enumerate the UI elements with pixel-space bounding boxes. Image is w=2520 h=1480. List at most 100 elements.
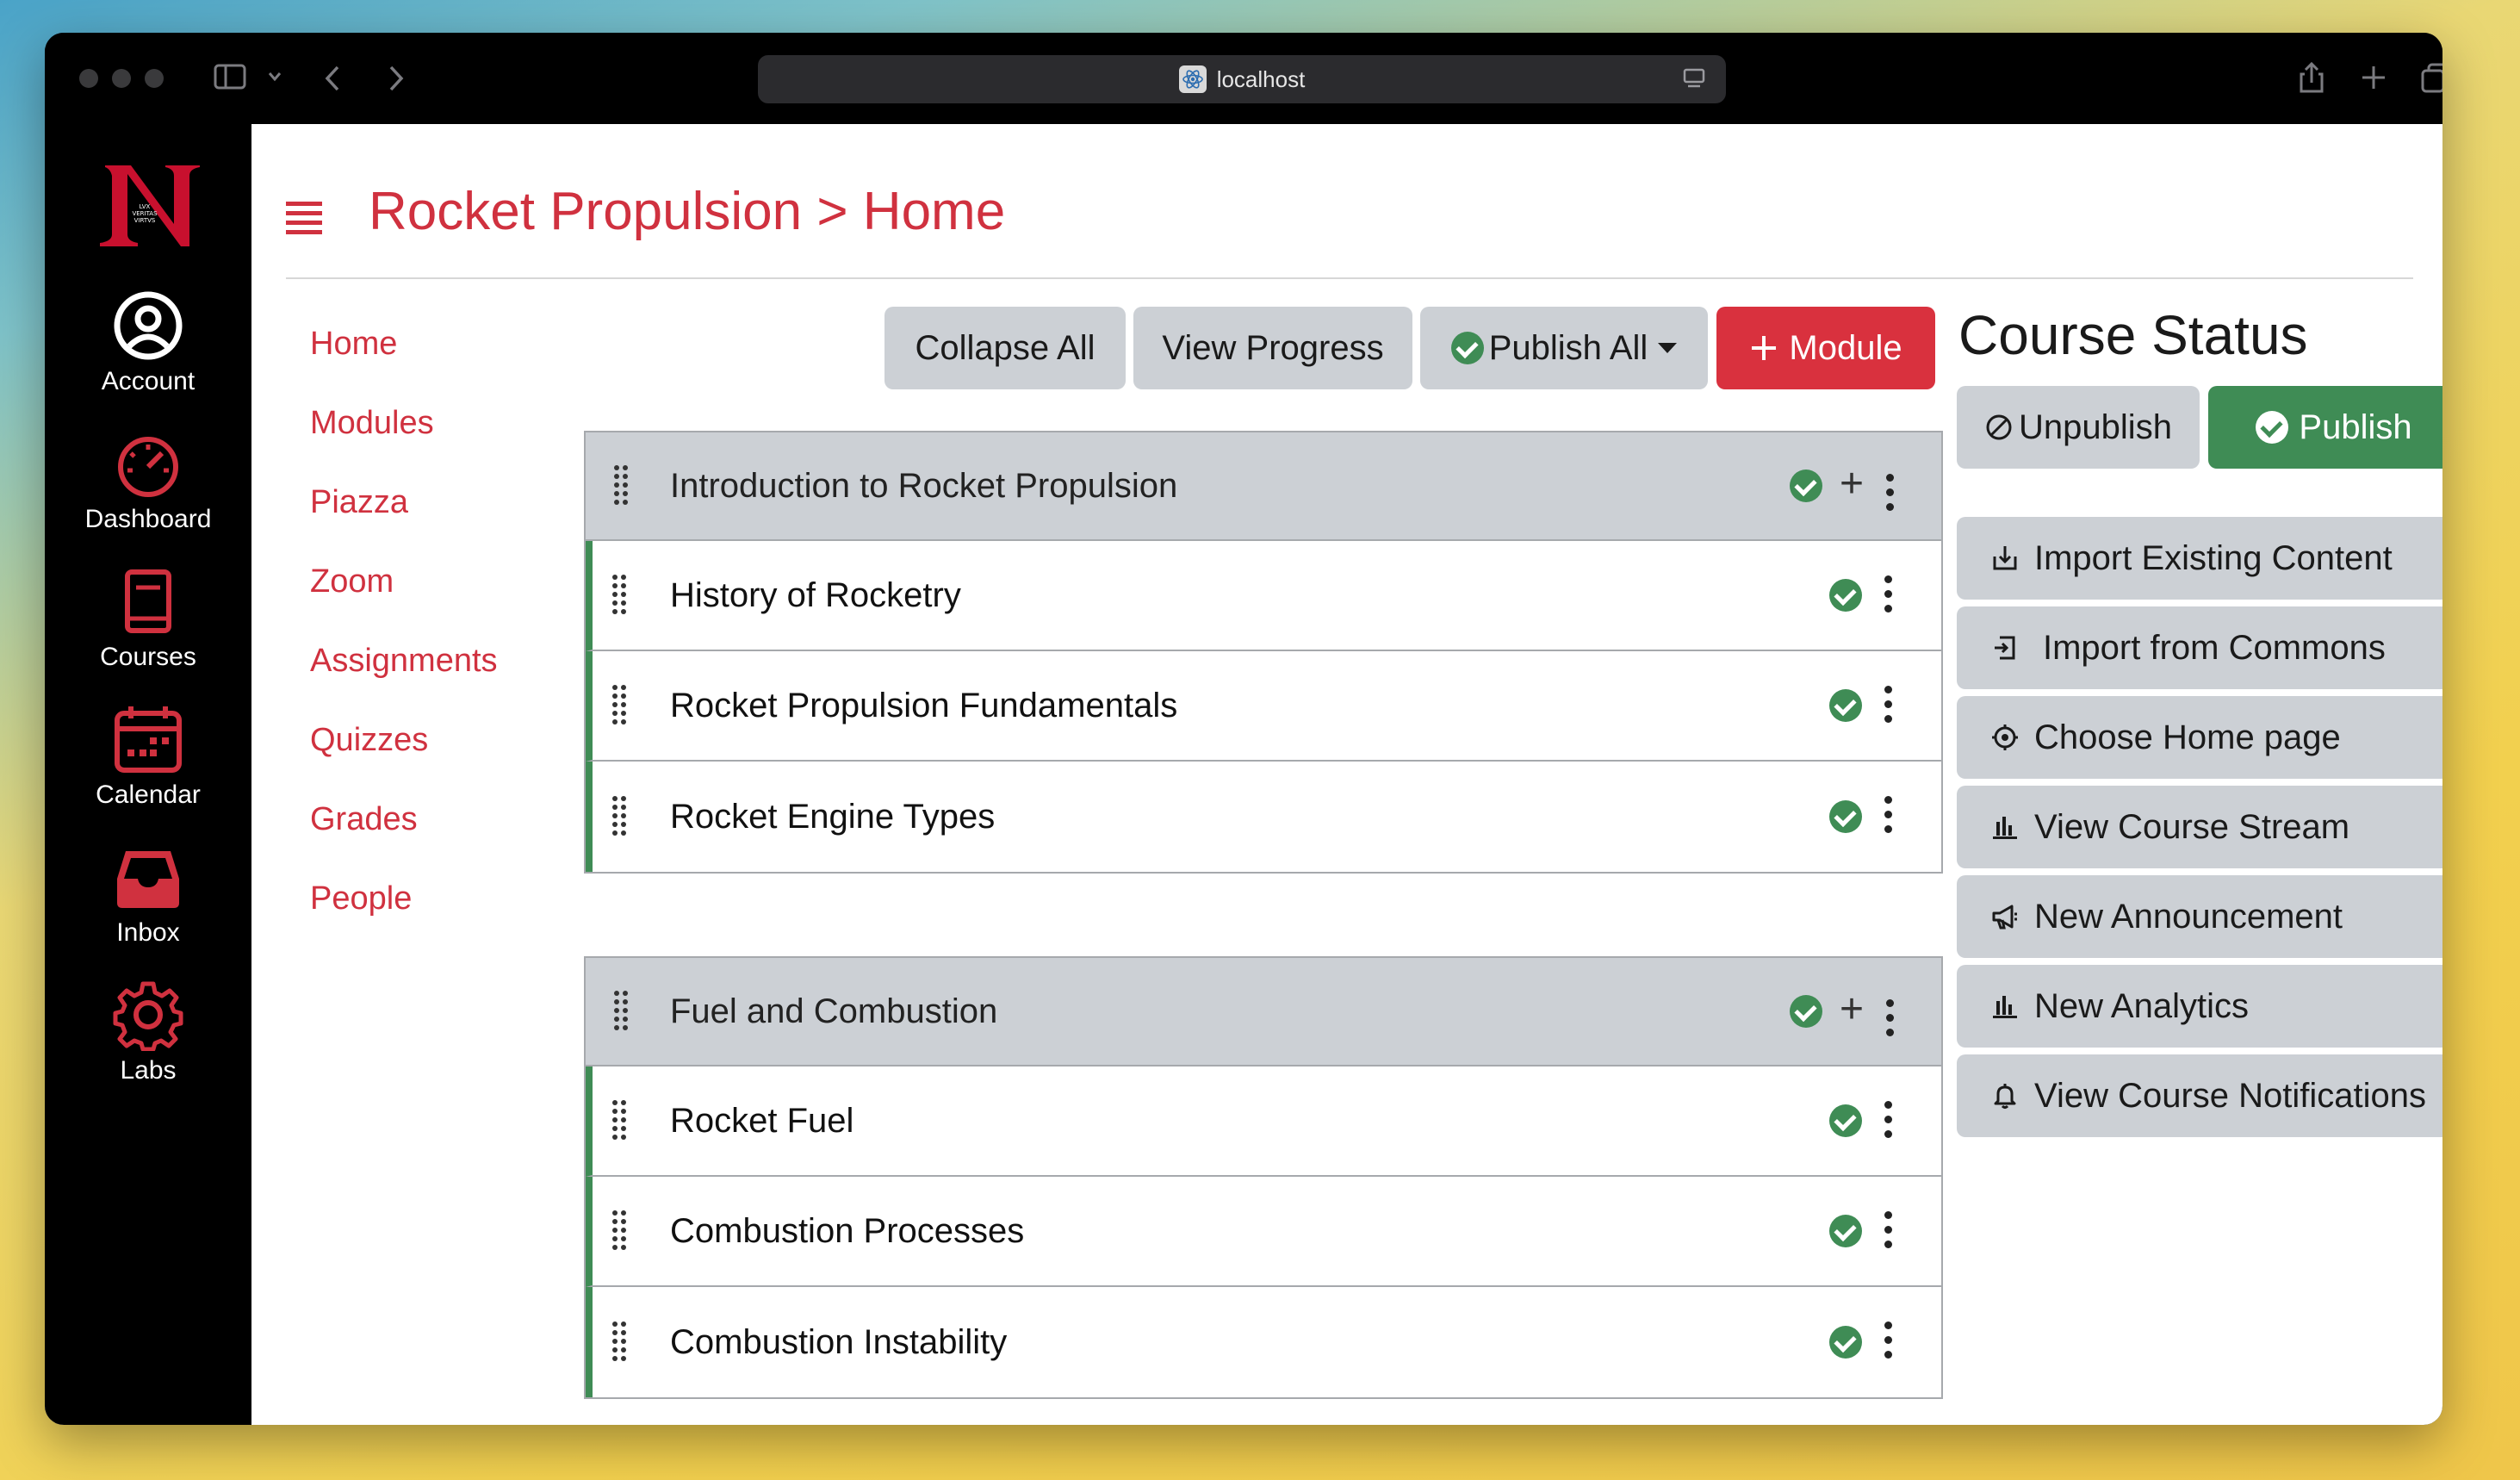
- more-options-icon[interactable]: [1884, 796, 1893, 834]
- module-header[interactable]: Introduction to Rocket Propulsion +: [586, 432, 1941, 541]
- module-title: Fuel and Combustion: [670, 992, 998, 1030]
- check-circle-icon: [2256, 411, 2289, 444]
- more-options-icon[interactable]: [1884, 1321, 1893, 1359]
- publish-all-button[interactable]: Publish All: [1420, 307, 1708, 389]
- side-action-label: View Course Notifications: [2034, 1076, 2427, 1115]
- drag-handle-icon[interactable]: [611, 1099, 627, 1142]
- tabs-overview-icon[interactable]: [2420, 62, 2442, 95]
- address-bar[interactable]: localhost: [758, 55, 1726, 103]
- published-check-icon[interactable]: [1790, 469, 1822, 502]
- new-analytics-button[interactable]: New Analytics: [1957, 965, 2442, 1048]
- lesson-row[interactable]: Combustion Processes: [586, 1177, 1941, 1287]
- drag-handle-icon[interactable]: [611, 574, 627, 617]
- app-page: LVX VERITAS VIRTVS Account Dashboard Cou…: [45, 124, 2442, 1425]
- course-nav-home[interactable]: Home: [310, 326, 397, 363]
- more-options-icon[interactable]: [1886, 474, 1895, 512]
- lesson-row[interactable]: Rocket Propulsion Fundamentals: [586, 651, 1941, 762]
- view-course-notifications-button[interactable]: View Course Notifications: [1957, 1054, 2442, 1137]
- kanbas-nav-label: Dashboard: [84, 505, 212, 533]
- drag-handle-icon[interactable]: [611, 795, 627, 838]
- view-course-stream-button[interactable]: View Course Stream: [1957, 786, 2442, 868]
- collapse-all-label: Collapse All: [915, 328, 1096, 367]
- back-icon[interactable]: [322, 64, 343, 93]
- new-announcement-button[interactable]: New Announcement: [1957, 875, 2442, 958]
- lesson-row[interactable]: Rocket Fuel: [586, 1066, 1941, 1177]
- course-nav-piazza[interactable]: Piazza: [310, 484, 408, 521]
- published-check-icon[interactable]: [1790, 995, 1822, 1028]
- publish-button[interactable]: Publish: [2208, 386, 2442, 469]
- lesson-row[interactable]: Rocket Engine Types: [586, 762, 1941, 872]
- publish-all-label: Publish All: [1488, 328, 1648, 367]
- course-nav-modules[interactable]: Modules: [310, 405, 434, 442]
- drag-handle-icon[interactable]: [613, 990, 629, 1033]
- collapse-all-button[interactable]: Collapse All: [884, 307, 1126, 389]
- published-check-icon[interactable]: [1829, 800, 1862, 833]
- browser-titlebar: localhost: [45, 33, 2442, 124]
- minimize-window-button[interactable]: [112, 69, 131, 88]
- add-lesson-icon[interactable]: +: [1840, 463, 1864, 505]
- drag-handle-icon[interactable]: [611, 1321, 627, 1364]
- side-action-label: Choose Home page: [2034, 718, 2341, 756]
- add-lesson-icon[interactable]: +: [1840, 989, 1864, 1030]
- breadcrumb: Rocket Propulsion > Home: [369, 182, 1006, 241]
- kanbas-nav-calendar[interactable]: Calendar: [45, 703, 251, 810]
- published-check-icon[interactable]: [1829, 1215, 1862, 1247]
- more-options-icon[interactable]: [1884, 1211, 1893, 1249]
- unpublish-button[interactable]: Unpublish: [1957, 386, 2200, 469]
- published-check-icon[interactable]: [1829, 1104, 1862, 1137]
- reader-icon[interactable]: [1681, 65, 1707, 91]
- gear-icon: [113, 981, 183, 1051]
- more-options-icon[interactable]: [1884, 1101, 1893, 1139]
- course-status-title: Course Status: [1958, 304, 2308, 366]
- course-nav-assignments[interactable]: Assignments: [310, 643, 498, 680]
- url-text: localhost: [1216, 65, 1306, 92]
- side-action-label: Import from Commons: [2043, 628, 2386, 667]
- import-existing-content-button[interactable]: Import Existing Content: [1957, 517, 2442, 600]
- plus-icon: [1752, 336, 1777, 360]
- more-options-icon[interactable]: [1884, 686, 1893, 724]
- forward-icon[interactable]: [386, 64, 407, 93]
- book-icon: [125, 569, 171, 633]
- course-nav-quizzes[interactable]: Quizzes: [310, 722, 428, 759]
- published-check-icon[interactable]: [1829, 689, 1862, 722]
- drag-handle-icon[interactable]: [611, 1209, 627, 1253]
- share-icon[interactable]: [2298, 60, 2325, 95]
- lesson-row[interactable]: History of Rocketry: [586, 541, 1941, 651]
- side-action-label: Import Existing Content: [2034, 538, 2393, 577]
- more-options-icon[interactable]: [1884, 575, 1893, 613]
- kanbas-nav-courses[interactable]: Courses: [45, 565, 251, 672]
- add-module-button[interactable]: Module: [1716, 307, 1935, 389]
- kanbas-nav-labs[interactable]: Labs: [45, 979, 251, 1085]
- kanbas-nav-inbox[interactable]: Inbox: [45, 841, 251, 948]
- close-window-button[interactable]: [79, 69, 98, 88]
- caret-down-icon: [1658, 343, 1678, 353]
- module-header[interactable]: Fuel and Combustion +: [586, 958, 1941, 1066]
- kanbas-nav-account[interactable]: Account: [45, 289, 251, 396]
- course-nav-grades[interactable]: Grades: [310, 801, 418, 838]
- kanbas-nav-dashboard[interactable]: Dashboard: [45, 427, 251, 534]
- drag-handle-icon[interactable]: [613, 464, 629, 507]
- choose-home-page-button[interactable]: Choose Home page: [1957, 696, 2442, 779]
- course-nav-zoom[interactable]: Zoom: [310, 563, 394, 600]
- view-progress-button[interactable]: View Progress: [1133, 307, 1412, 389]
- published-check-icon[interactable]: [1829, 1326, 1862, 1359]
- svg-text:VERITAS: VERITAS: [132, 210, 158, 217]
- zoom-window-button[interactable]: [145, 69, 164, 88]
- course-nav-people[interactable]: People: [310, 880, 412, 917]
- browser-window: localhost LVX VERITAS VIRTVS Account Das…: [45, 33, 2442, 1425]
- drag-handle-icon[interactable]: [611, 684, 627, 727]
- chevron-down-icon[interactable]: [267, 71, 282, 83]
- import-icon: [1993, 546, 2017, 570]
- commons-import-icon: [1995, 636, 2015, 660]
- hamburger-menu-icon[interactable]: [286, 202, 322, 236]
- new-tab-icon[interactable]: [2360, 64, 2387, 91]
- published-check-icon[interactable]: [1829, 579, 1862, 612]
- lesson-row[interactable]: Combustion Instability: [586, 1287, 1941, 1397]
- northeastern-logo[interactable]: LVX VERITAS VIRTVS: [93, 157, 205, 252]
- import-from-commons-button[interactable]: Import from Commons: [1957, 606, 2442, 689]
- bar-chart-icon: [1993, 817, 2017, 839]
- more-options-icon[interactable]: [1886, 999, 1895, 1037]
- sidebar-toggle-icon[interactable]: [214, 62, 248, 93]
- lesson-title: Rocket Engine Types: [670, 797, 996, 836]
- publish-label: Publish: [2299, 407, 2412, 446]
